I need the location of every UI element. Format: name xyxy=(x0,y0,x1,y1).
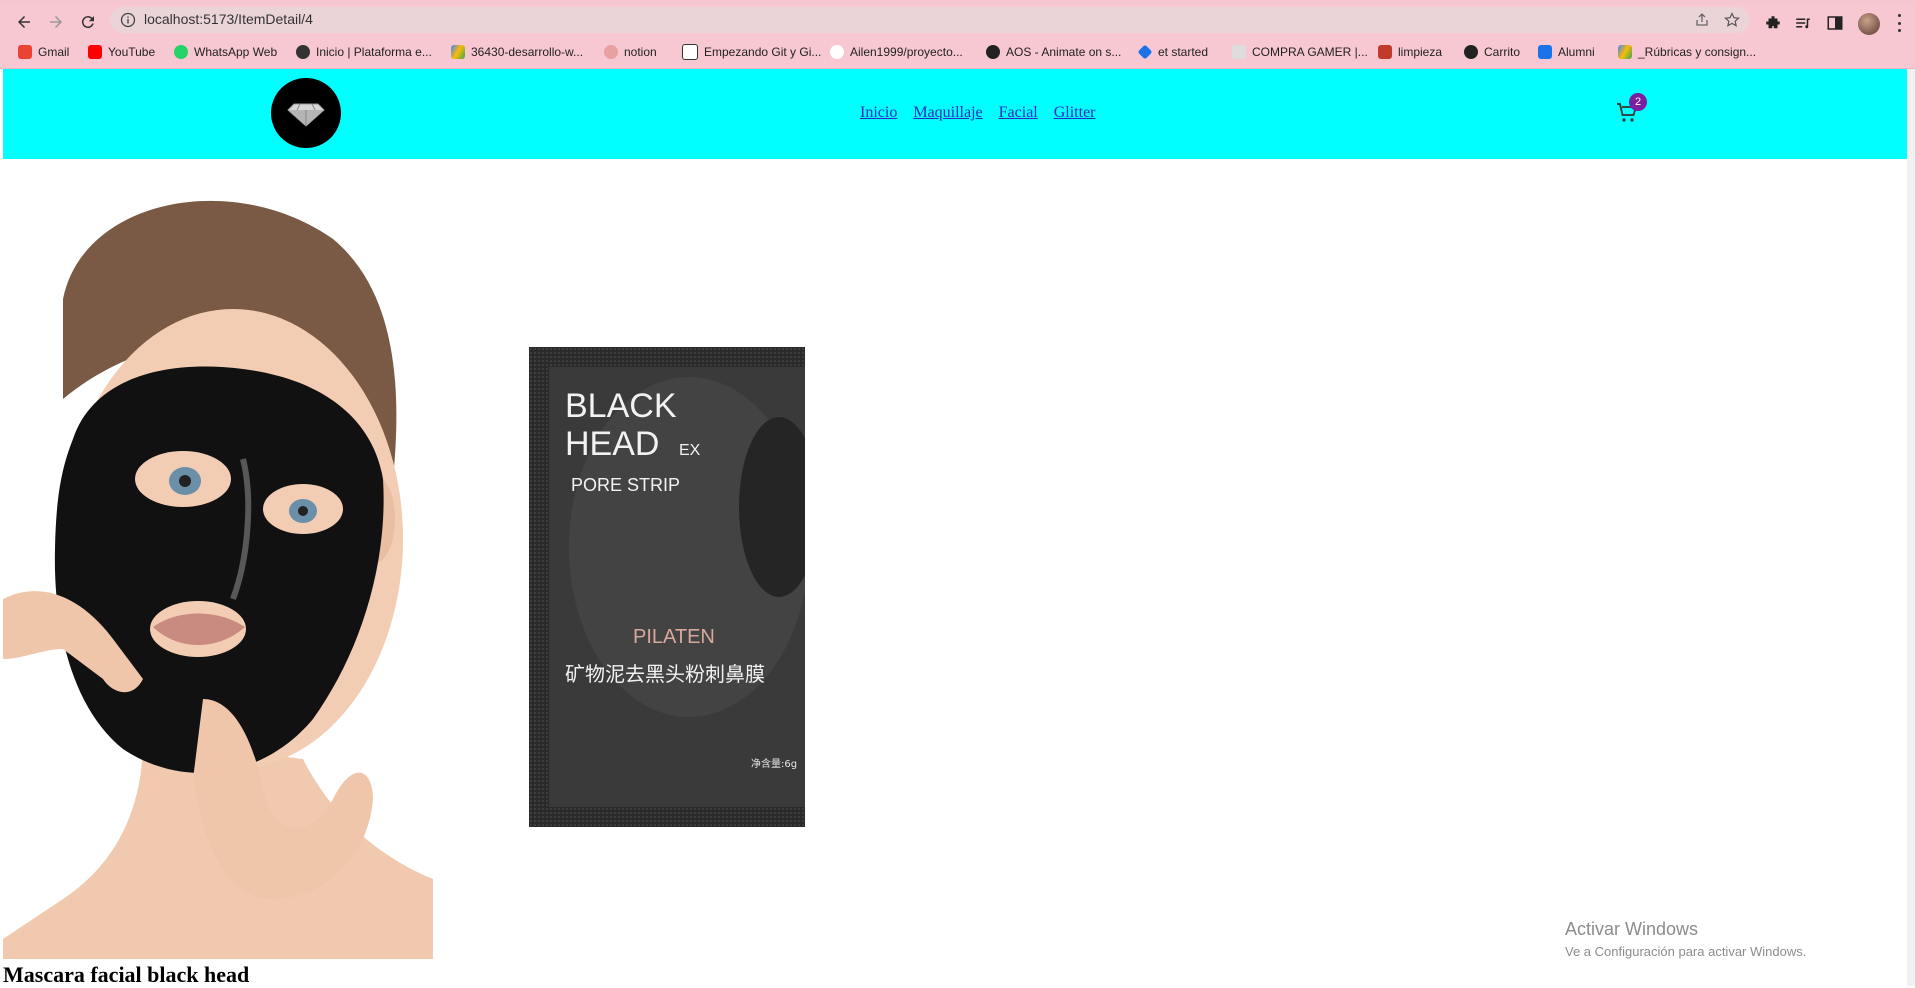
package-line2-suffix: EX xyxy=(679,442,701,459)
back-arrow-icon[interactable] xyxy=(12,10,36,34)
profile-avatar[interactable] xyxy=(1858,13,1880,35)
forward-arrow-icon[interactable] xyxy=(44,10,68,34)
page-content: Inicio Maquillaje Facial Glitter 2 BLACK… xyxy=(3,69,1907,987)
bookmark-item[interactable]: Gmail xyxy=(18,42,69,62)
diamond-bookmark-icon xyxy=(1137,44,1153,60)
bookmark-item[interactable]: Carrito xyxy=(1464,42,1520,62)
product-package-image: BLACK HEAD EX PORE STRIP PILATEN 矿物泥去黑头粉… xyxy=(529,347,805,827)
drive-icon xyxy=(1618,45,1632,59)
watermark-line1: Activar Windows xyxy=(1565,919,1699,939)
bookmark-item[interactable]: Empezando Git y Gi... xyxy=(682,42,821,62)
bookmark-item[interactable]: 36430-desarrollo-w... xyxy=(451,42,583,62)
main-nav: Inicio Maquillaje Facial Glitter xyxy=(860,104,1096,122)
whatsapp-icon xyxy=(174,45,188,59)
bookmarks-bar: Gmail YouTube WhatsApp Web Inicio | Plat… xyxy=(0,36,1915,69)
notion-icon xyxy=(604,45,618,59)
info-icon[interactable] xyxy=(120,12,136,28)
bookmark-item[interactable]: YouTube xyxy=(88,42,155,62)
limpieza-icon xyxy=(1378,45,1392,59)
bookmark-item[interactable]: COMPRA GAMER |... xyxy=(1232,42,1368,62)
nav-link-inicio[interactable]: Inicio xyxy=(860,104,897,122)
bookmark-item[interactable]: _Rúbricas y consign... xyxy=(1618,42,1756,62)
package-brand: PILATEN xyxy=(633,626,715,648)
bookmark-item[interactable]: et started xyxy=(1137,42,1208,62)
platform-icon xyxy=(296,45,310,59)
address-bar[interactable]: localhost:5173/ItemDetail/4 xyxy=(110,7,1750,33)
gmail-icon xyxy=(18,45,32,59)
drive-icon xyxy=(451,45,465,59)
bookmark-item[interactable]: Alumni xyxy=(1538,42,1595,62)
package-chinese-text: 矿物泥去黑头粉刺鼻膜 xyxy=(565,662,765,686)
browser-toolbar: localhost:5173/ItemDetail/4 xyxy=(0,4,1915,36)
browser-menu-icon[interactable] xyxy=(1896,14,1902,32)
bookmark-item[interactable]: AOS - Animate on s... xyxy=(986,42,1121,62)
github-icon xyxy=(830,45,844,59)
package-line3: PORE STRIP xyxy=(571,475,680,495)
alumni-icon xyxy=(1538,45,1552,59)
sidepanel-icon[interactable] xyxy=(1826,14,1844,32)
windows-activation-watermark: Activar Windows Ve a Configuración para … xyxy=(1565,919,1806,959)
bookmark-item[interactable]: WhatsApp Web xyxy=(174,42,277,62)
globe-icon xyxy=(986,45,1000,59)
code-icon xyxy=(682,44,698,60)
bookmark-item[interactable]: limpieza xyxy=(1378,42,1442,62)
bookmark-item[interactable]: Ailen1999/proyecto... xyxy=(830,42,963,62)
bookmark-item[interactable]: Inicio | Plataforma e... xyxy=(296,42,432,62)
url-text: localhost:5173/ItemDetail/4 xyxy=(144,11,313,27)
diamond-logo-icon xyxy=(287,103,325,127)
product-title: Mascara facial black head xyxy=(3,962,250,987)
package-net-weight: 净含量:6g xyxy=(751,757,797,770)
extensions-icon[interactable] xyxy=(1764,14,1782,32)
bookmark-item[interactable]: notion xyxy=(604,42,657,62)
site-header: Inicio Maquillaje Facial Glitter 2 xyxy=(3,69,1907,159)
site-logo[interactable] xyxy=(271,78,341,148)
package-line1: BLACK xyxy=(565,387,677,425)
compragamer-icon xyxy=(1232,45,1246,59)
reload-icon[interactable] xyxy=(76,10,100,34)
cart-count-badge: 2 xyxy=(1629,93,1647,111)
model-face-image xyxy=(3,179,433,959)
star-icon[interactable] xyxy=(1724,12,1740,28)
watermark-line2: Ve a Configuración para activar Windows. xyxy=(1565,944,1807,959)
share-icon[interactable] xyxy=(1694,12,1710,28)
globe-icon xyxy=(1464,45,1478,59)
nav-link-facial[interactable]: Facial xyxy=(999,104,1038,122)
page-scrollbar[interactable] xyxy=(1907,69,1915,986)
package-line2: HEAD xyxy=(565,425,659,463)
nav-link-glitter[interactable]: Glitter xyxy=(1054,104,1096,122)
media-icon[interactable] xyxy=(1794,14,1812,32)
youtube-icon xyxy=(88,45,102,59)
nav-link-maquillaje[interactable]: Maquillaje xyxy=(913,104,982,122)
